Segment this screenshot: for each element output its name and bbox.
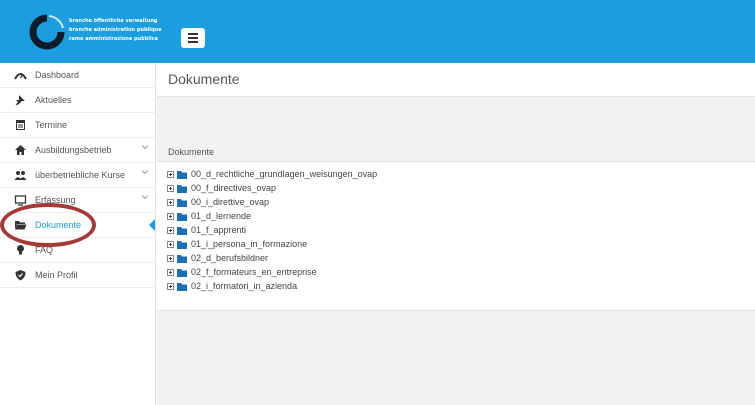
sidebar-item-ausbildungsbetrieb[interactable]: Ausbildungsbetrieb — [0, 138, 156, 163]
page-title-bar: Dokumente — [157, 63, 755, 97]
folder-name: 00_i_direttive_ovap — [191, 197, 270, 207]
shield-icon — [15, 270, 26, 281]
calendar-icon — [16, 120, 25, 130]
expand-icon[interactable] — [167, 255, 174, 262]
sidebar-item-dokumente[interactable]: Dokumente — [0, 213, 156, 238]
home-icon — [15, 145, 26, 155]
folder-name: 02_f_formateurs_en_entreprise — [191, 267, 317, 277]
folder-name: 02_d_berufsbildner — [191, 253, 269, 263]
folder-icon — [177, 227, 187, 235]
sidebar-item-label: Erfassung — [35, 195, 76, 205]
folder-name: 01_d_lernende — [191, 211, 252, 221]
sidebar-item-ueberbetriebliche-kurse[interactable]: überbetriebliche Kurse — [0, 163, 156, 188]
expand-icon[interactable] — [167, 269, 174, 276]
folder-name: 00_d_rechtliche_grundlagen_weisungen_ova… — [191, 169, 378, 179]
sidebar-item-label: Termine — [35, 120, 68, 130]
sidebar-item-faq[interactable]: FAQ — [0, 238, 156, 263]
users-icon — [14, 171, 27, 180]
chevron-down-icon — [141, 145, 149, 150]
folder-icon — [177, 241, 187, 249]
expand-icon[interactable] — [167, 227, 174, 234]
sidebar: Dashboard Aktuelles Termine Ausbildungsb… — [0, 63, 156, 405]
active-indicator — [149, 219, 155, 231]
expand-icon[interactable] — [167, 171, 174, 178]
expand-icon[interactable] — [167, 283, 174, 290]
sidebar-item-label: FAQ — [35, 245, 54, 255]
logo-text: branche öffentliche verwaltung branche a… — [69, 17, 162, 44]
sidebar-item-dashboard[interactable]: Dashboard — [0, 63, 156, 88]
folder-icon — [177, 283, 187, 291]
folder-icon — [177, 255, 187, 263]
logo-line-it: ramo amministrazione pubblica — [69, 36, 159, 42]
page-title: Dokumente — [168, 71, 240, 87]
sidebar-item-label: Dokumente — [35, 220, 82, 230]
sidebar-item-label: Dashboard — [35, 70, 80, 80]
expand-icon[interactable] — [167, 213, 174, 220]
menu-toggle-button[interactable] — [181, 28, 205, 48]
sidebar-item-mein-profil[interactable]: Mein Profil — [0, 263, 156, 288]
document-tree: 00_d_rechtliche_grundlagen_weisungen_ova… — [157, 161, 755, 311]
logo-line-fr: branche administration publique — [69, 27, 162, 33]
folder-name: 01_f_apprenti — [191, 225, 247, 235]
pin-icon — [15, 95, 25, 106]
chevron-down-icon — [141, 195, 149, 200]
lightbulb-icon — [17, 245, 24, 255]
folder-name: 02_i_formatori_in_azienda — [191, 281, 298, 291]
folder-icon — [177, 171, 187, 179]
hamburger-icon — [188, 33, 198, 35]
expand-icon[interactable] — [167, 199, 174, 206]
sidebar-item-label: Mein Profil — [35, 270, 78, 280]
logo-line-de: branche öffentliche verwaltung — [69, 18, 158, 24]
section-title: Dokumente — [168, 147, 215, 157]
folder-icon — [177, 199, 187, 207]
folder-name: 00_f_directives_ovap — [191, 183, 277, 193]
folder-icon — [177, 185, 187, 193]
folder-open-icon — [15, 221, 27, 230]
logo-icon[interactable] — [29, 14, 65, 50]
monitor-icon — [14, 195, 27, 206]
sidebar-item-label: Aktuelles — [35, 95, 72, 105]
sidebar-item-label: überbetriebliche Kurse — [35, 170, 126, 180]
chevron-down-icon — [141, 170, 149, 175]
expand-icon[interactable] — [167, 241, 174, 248]
sidebar-item-label: Ausbildungsbetrieb — [35, 145, 112, 155]
sidebar-item-termine[interactable]: Termine — [0, 113, 156, 138]
expand-icon[interactable] — [167, 185, 174, 192]
top-header: branche öffentliche verwaltung branche a… — [0, 0, 755, 63]
sidebar-item-erfassung[interactable]: Erfassung — [0, 188, 156, 213]
folder-icon — [177, 269, 187, 277]
folder-name: 01_i_persona_in_formazione — [191, 239, 308, 249]
gauge-icon — [14, 73, 27, 80]
main-content: Dokumente Dokumente 00_d_rechtliche_grun… — [157, 63, 755, 405]
sidebar-item-aktuelles[interactable]: Aktuelles — [0, 88, 156, 113]
folder-icon — [177, 213, 187, 221]
